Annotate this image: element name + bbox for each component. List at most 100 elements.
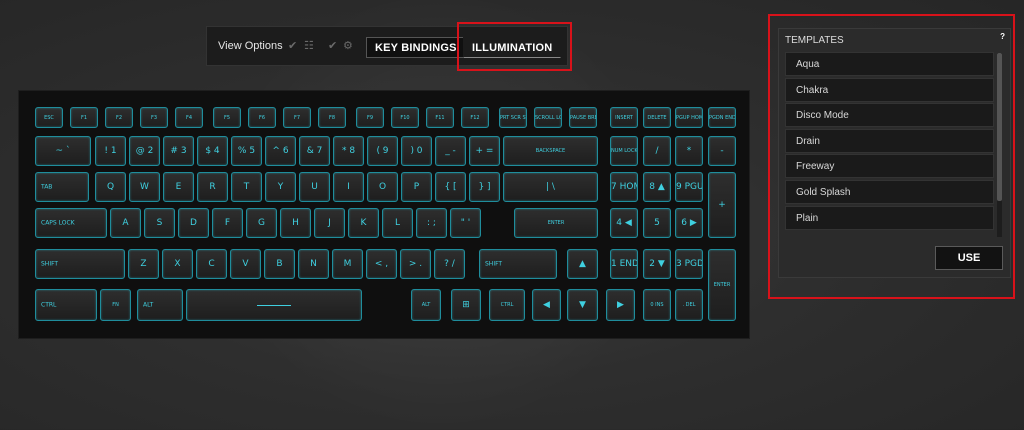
key-u[interactable]: U <box>299 172 330 202</box>
key-insert[interactable]: INSERT <box>610 107 638 128</box>
scrollbar-thumb[interactable] <box>997 53 1002 201</box>
key-backtick[interactable]: ~ ` <box>35 136 91 166</box>
key-num-decimal[interactable]: . DEL <box>675 289 703 321</box>
template-item-plain[interactable]: Plain <box>785 205 994 230</box>
key-windows[interactable]: ⊞ <box>451 289 481 321</box>
key-arrow-up[interactable]: ▲ <box>567 249 598 279</box>
key-f1[interactable]: F1 <box>70 107 98 128</box>
key-num-0[interactable]: 0 INS <box>643 289 671 321</box>
key-v[interactable]: V <box>230 249 261 279</box>
key-f8[interactable]: F8 <box>318 107 346 128</box>
template-item-aqua[interactable]: Aqua <box>785 52 994 76</box>
key-scroll-lock[interactable]: SCROLL LOCK <box>534 107 562 128</box>
key-r[interactable]: R <box>197 172 228 202</box>
key-k[interactable]: K <box>348 208 379 238</box>
template-item-freeway[interactable]: Freeway <box>785 154 994 179</box>
key-quote[interactable]: " ' <box>450 208 481 238</box>
key-delete[interactable]: DELETE <box>643 107 671 128</box>
key-num-1[interactable]: 1 END <box>610 249 638 279</box>
key-bindings-button[interactable]: KEY BINDINGS <box>366 37 466 58</box>
key-num-9[interactable]: 9 PGUP <box>675 172 703 202</box>
key-pgdn-end[interactable]: PGDN END <box>708 107 736 128</box>
key-h[interactable]: H <box>280 208 311 238</box>
key-pgup-home[interactable]: PGUP HOME <box>675 107 703 128</box>
check-icon[interactable]: ✔ <box>288 39 297 52</box>
key-left-alt[interactable]: ALT <box>137 289 183 321</box>
key-i[interactable]: I <box>333 172 364 202</box>
key-a[interactable]: A <box>110 208 141 238</box>
key-w[interactable]: W <box>129 172 160 202</box>
key-right-bracket[interactable]: } ] <box>469 172 500 202</box>
key-num-3[interactable]: 3 PGDN <box>675 249 703 279</box>
key-period[interactable]: > . <box>400 249 431 279</box>
key-minus[interactable]: _ - <box>435 136 466 166</box>
key-right-ctrl[interactable]: CTRL <box>489 289 525 321</box>
key-left-shift[interactable]: SHIFT <box>35 249 125 279</box>
key-y[interactable]: Y <box>265 172 296 202</box>
key-enter[interactable]: ENTER <box>514 208 598 238</box>
key-f5[interactable]: F5 <box>213 107 241 128</box>
key-t[interactable]: T <box>231 172 262 202</box>
key-slash[interactable]: ? / <box>434 249 465 279</box>
key-1[interactable]: ! 1 <box>95 136 126 166</box>
key-f10[interactable]: F10 <box>391 107 419 128</box>
key-s[interactable]: S <box>144 208 175 238</box>
key-esc[interactable]: ESC <box>35 107 63 128</box>
list-icon[interactable]: ☷ <box>304 39 314 52</box>
key-f12[interactable]: F12 <box>461 107 489 128</box>
key-spacebar[interactable] <box>186 289 362 321</box>
key-num-5[interactable]: 5 <box>643 208 671 238</box>
key-fn[interactable]: FN <box>100 289 131 321</box>
key-num-divide[interactable]: / <box>643 136 671 166</box>
key-j[interactable]: J <box>314 208 345 238</box>
key-7[interactable]: & 7 <box>299 136 330 166</box>
help-icon[interactable]: ? <box>1000 32 1005 41</box>
key-b[interactable]: B <box>264 249 295 279</box>
key-num-plus[interactable]: + <box>708 172 736 238</box>
key-x[interactable]: X <box>162 249 193 279</box>
key-p[interactable]: P <box>401 172 432 202</box>
key-o[interactable]: O <box>367 172 398 202</box>
key-l[interactable]: L <box>382 208 413 238</box>
key-f3[interactable]: F3 <box>140 107 168 128</box>
key-num-6[interactable]: 6 ▶ <box>675 208 703 238</box>
key-num-8[interactable]: 8 ▲ <box>643 172 671 202</box>
key-n[interactable]: N <box>298 249 329 279</box>
templates-scrollbar[interactable] <box>997 53 1002 237</box>
key-2[interactable]: @ 2 <box>129 136 160 166</box>
gear-icon[interactable]: ⚙ <box>343 39 353 52</box>
key-right-alt[interactable]: ALT <box>411 289 441 321</box>
key-f11[interactable]: F11 <box>426 107 454 128</box>
key-8[interactable]: * 8 <box>333 136 364 166</box>
key-5[interactable]: % 5 <box>231 136 262 166</box>
key-f6[interactable]: F6 <box>248 107 276 128</box>
key-f9[interactable]: F9 <box>356 107 384 128</box>
key-left-bracket[interactable]: { [ <box>435 172 466 202</box>
key-semicolon[interactable]: : ; <box>416 208 447 238</box>
key-num-multiply[interactable]: * <box>675 136 703 166</box>
use-button[interactable]: USE <box>935 246 1003 270</box>
key-arrow-right[interactable]: ▶ <box>606 289 635 321</box>
key-num-lock[interactable]: NUM LOCK <box>610 136 638 166</box>
key-c[interactable]: C <box>196 249 227 279</box>
key-backslash[interactable]: | \ <box>503 172 598 202</box>
key-q[interactable]: Q <box>95 172 126 202</box>
key-6[interactable]: ^ 6 <box>265 136 296 166</box>
key-arrow-left[interactable]: ◀ <box>532 289 561 321</box>
template-item-gold-splash[interactable]: Gold Splash <box>785 179 994 204</box>
key-g[interactable]: G <box>246 208 277 238</box>
key-3[interactable]: # 3 <box>163 136 194 166</box>
check-icon[interactable]: ✔ <box>328 39 337 52</box>
key-left-ctrl[interactable]: CTRL <box>35 289 97 321</box>
key-f4[interactable]: F4 <box>175 107 203 128</box>
key-caps-lock[interactable]: CAPS LOCK <box>35 208 107 238</box>
key-9[interactable]: ( 9 <box>367 136 398 166</box>
key-equals[interactable]: + = <box>469 136 500 166</box>
key-num-minus[interactable]: - <box>708 136 736 166</box>
key-comma[interactable]: < , <box>366 249 397 279</box>
key-z[interactable]: Z <box>128 249 159 279</box>
template-item-chakra[interactable]: Chakra <box>785 77 994 102</box>
key-arrow-down[interactable]: ▼ <box>567 289 598 321</box>
key-tab[interactable]: TAB <box>35 172 89 202</box>
key-backspace[interactable]: BACKSPACE <box>503 136 598 166</box>
